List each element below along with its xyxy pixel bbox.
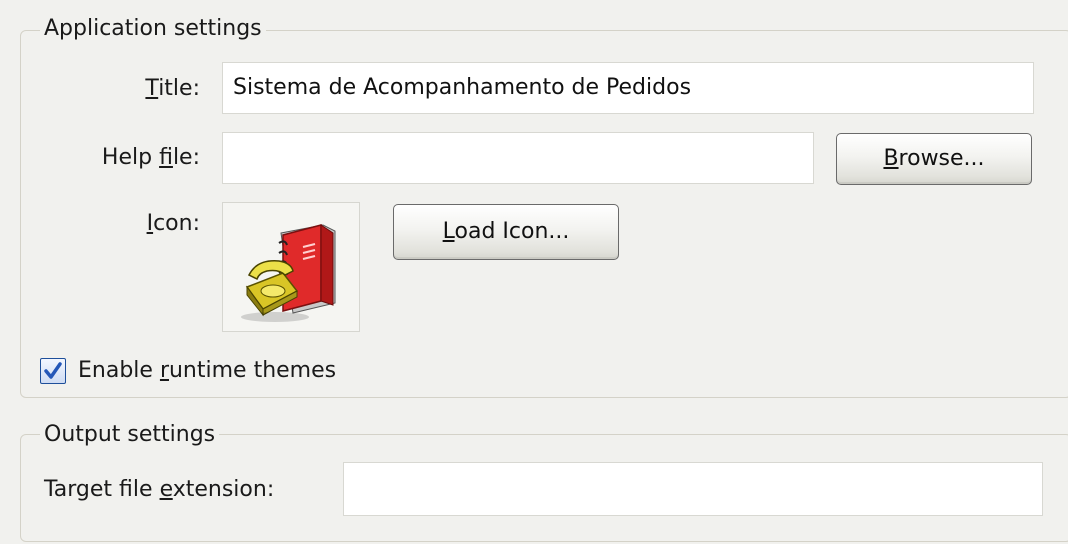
application-settings-legend: Application settings [40, 16, 266, 42]
help-file-input[interactable] [222, 132, 814, 184]
title-label: Title: [145, 76, 200, 101]
checkmark-icon [44, 362, 62, 379]
help-file-label: Help file: [101, 145, 200, 170]
enable-runtime-themes-checkbox[interactable] [40, 358, 66, 384]
load-icon-button[interactable]: Load Icon... [393, 204, 619, 260]
browse-button[interactable]: Browse... [836, 133, 1032, 185]
icon-preview [222, 202, 360, 332]
target-file-extension-label: Target file extension: [44, 477, 275, 502]
enable-runtime-themes-label[interactable]: Enable runtime themes [78, 357, 336, 385]
icon-label: Icon: [146, 211, 200, 236]
output-settings-legend: Output settings [40, 422, 220, 448]
phone-and-book-icon [241, 224, 336, 322]
target-file-extension-input[interactable] [343, 462, 1043, 516]
title-input[interactable]: Sistema de Acompanhamento de Pedidos [222, 62, 1034, 114]
